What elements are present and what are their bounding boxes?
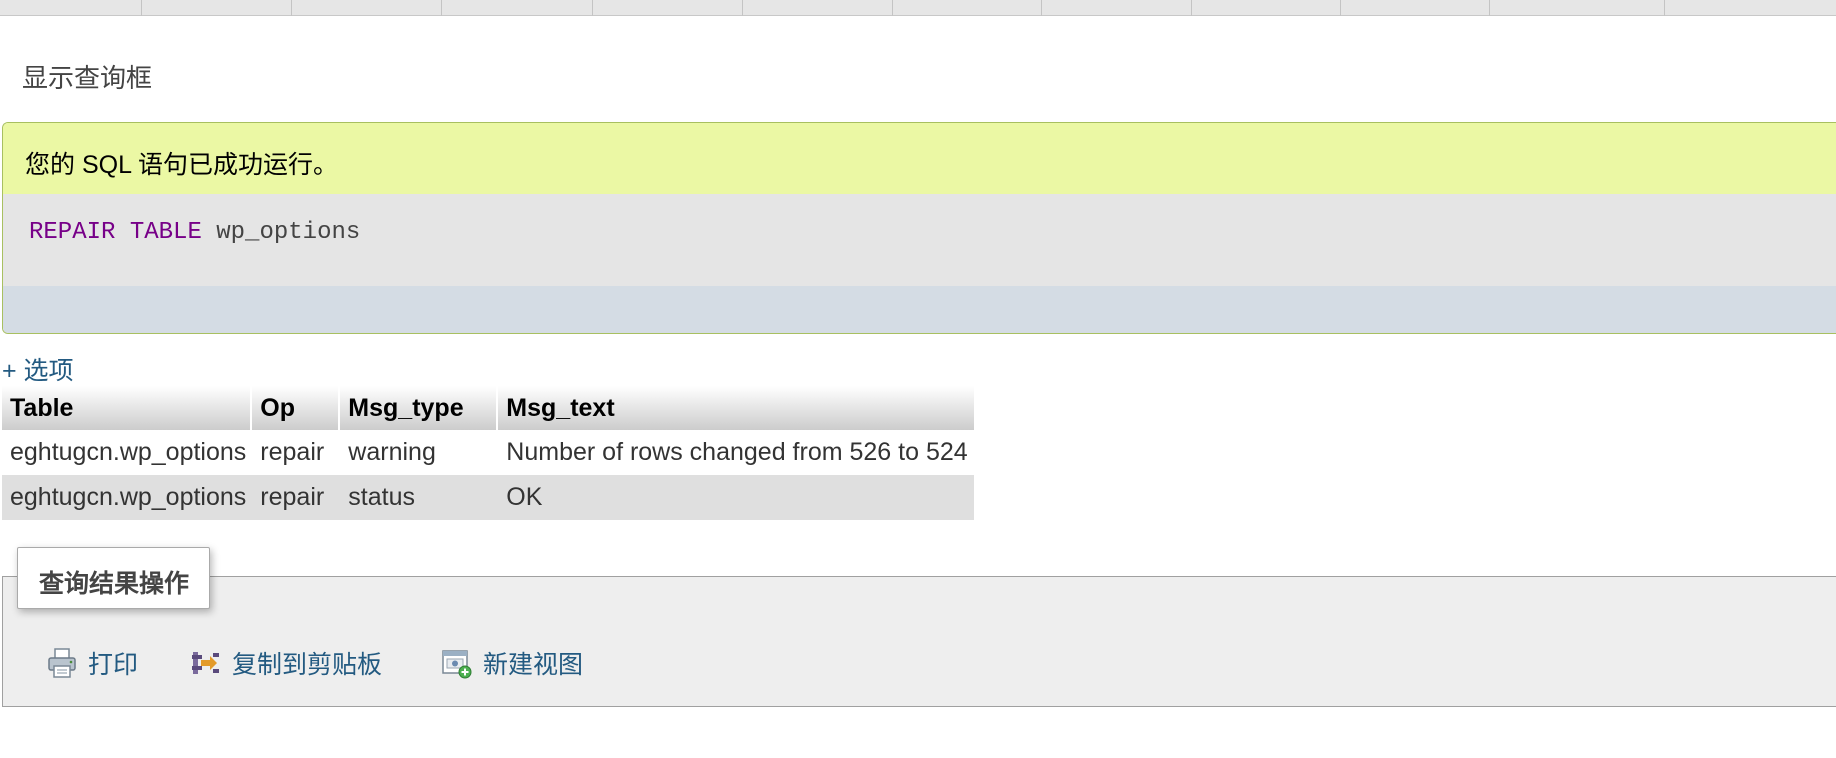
top-tab[interactable] (1042, 0, 1192, 16)
top-tab[interactable] (1665, 0, 1836, 16)
top-tab[interactable] (893, 0, 1042, 16)
create-view-icon (442, 650, 472, 679)
table-cell: repair (252, 475, 341, 520)
column-header-op[interactable]: Op (252, 386, 341, 430)
query-results-operations-legend: 查询结果操作 (17, 547, 211, 609)
print-icon (48, 648, 76, 678)
top-tab[interactable] (1192, 0, 1341, 16)
copy-to-clipboard-link[interactable]: 复制到剪贴板 (190, 645, 382, 681)
query-results-operations-panel (2, 576, 1836, 707)
table-cell: repair (252, 430, 341, 475)
top-tab[interactable] (142, 0, 292, 16)
sql-keyword-table: TABLE (129, 219, 202, 246)
results-table: Table Op Msg_type Msg_text eghtugcn.wp_o… (2, 386, 974, 520)
table-cell: eghtugcn.wp_options (2, 475, 253, 520)
create-view-label: 新建视图 (483, 651, 584, 679)
table-cell: status (340, 475, 499, 520)
sql-keyword-repair: REPAIR (29, 219, 116, 246)
table-cell: Number of rows changed from 526 to 524 (498, 430, 974, 475)
table-header-row: Table Op Msg_type Msg_text (2, 386, 974, 430)
success-message: 您的 SQL 语句已成功运行。 (3, 123, 1836, 194)
print-link[interactable]: 打印 (46, 645, 138, 681)
show-query-box-link[interactable]: 显示查询框 (22, 58, 152, 95)
top-tab-bar (0, 0, 1836, 16)
copy-to-clipboard-icon (192, 652, 219, 674)
table-cell: warning (340, 430, 499, 475)
create-view-link[interactable]: 新建视图 (441, 645, 583, 681)
top-tab[interactable] (442, 0, 593, 16)
options-toggle-link[interactable]: + 选项 (2, 351, 74, 387)
column-header-msg-type[interactable]: Msg_type (340, 386, 499, 430)
print-label: 打印 (88, 651, 139, 679)
top-tab[interactable] (743, 0, 893, 16)
column-header-msg-text[interactable]: Msg_text (498, 386, 974, 430)
top-tab[interactable] (292, 0, 442, 16)
table-row: eghtugcn.wp_options repair status OK (2, 475, 974, 520)
top-tab[interactable] (0, 0, 142, 16)
top-tab[interactable] (593, 0, 743, 16)
sql-tools-bar (3, 286, 1836, 333)
sql-table-name: wp_options (216, 219, 361, 246)
table-cell: eghtugcn.wp_options (2, 430, 253, 475)
copy-to-clipboard-label: 复制到剪贴板 (232, 651, 383, 679)
top-tab[interactable] (1490, 0, 1665, 16)
table-row: eghtugcn.wp_options repair warning Numbe… (2, 430, 974, 475)
sql-query-display: REPAIR TABLE wp_options (3, 194, 1836, 286)
top-tab[interactable] (1341, 0, 1490, 16)
table-cell: OK (498, 475, 974, 520)
column-header-table[interactable]: Table (2, 386, 253, 430)
sql-result-box: 您的 SQL 语句已成功运行。 REPAIR TABLE wp_options (2, 122, 1836, 334)
